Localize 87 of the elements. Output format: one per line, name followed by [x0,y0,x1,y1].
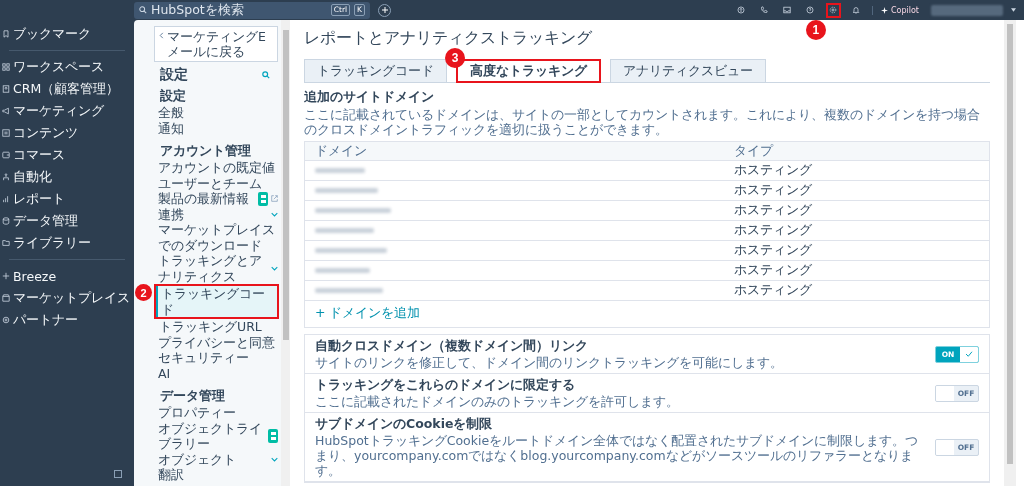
nav-item[interactable]: コンテンツ [0,122,80,144]
settings-menu-item[interactable]: 翻訳 [154,467,279,483]
add-domain-link[interactable]: + ドメインを追加 [305,301,431,327]
search-icon [139,6,147,14]
settings-menu-item[interactable]: トラッキングコード [154,284,279,319]
grid-icon [2,63,10,71]
search-placeholder: HubSpotを検索 [151,1,245,19]
nav-item[interactable]: Breeze [0,265,59,287]
store-icon [2,294,10,302]
settings-menu-item[interactable]: 通知 [154,120,279,136]
table-cell-text: ホスティング [734,202,813,219]
contact-card-icon [2,85,10,93]
plus-icon [381,7,388,13]
settings-menu-item[interactable]: ユーザーとチーム [154,175,279,191]
blurred-domain [315,248,387,253]
settings-menu-item[interactable]: 全般 [154,105,279,121]
settings-menu-item[interactable]: プロパティー [154,405,279,421]
section-heading: アカウント管理 [159,142,252,160]
caret-icon[interactable] [1011,8,1016,12]
settings-menu-item[interactable]: オブジェクトライブラリー [154,420,279,452]
step-number-marker: 2 [135,284,152,301]
settings-menu-item[interactable]: 連携 [154,206,279,222]
collapse-button[interactable] [114,470,122,478]
settings-menu-item[interactable]: プライバシーと同意 [154,334,279,350]
megaphone-icon [2,107,10,115]
settings-menu-item[interactable]: オブジェクト [154,451,279,467]
settings-menu-item[interactable]: トラッキングURL [154,319,279,335]
blurred-domain [315,268,370,273]
setting-title: トラッキングをこれらのドメインに限定する [315,377,576,394]
column-header: ドメイン [315,142,368,160]
section-heading: 追加のサイトドメイン [304,88,435,106]
setting-description: サイトのリンクを修正して、ドメイン間のリンクトラッキングを可能にします。 [315,355,783,370]
back-button[interactable]: マーケティングEメールに戻る [154,26,278,62]
setting-description: ここに記載されたドメインのみのトラッキングを許可します。 [315,394,679,409]
nav-item[interactable]: ブックマーク [0,23,93,45]
chevron-left-icon [159,32,164,39]
tab[interactable]: トラッキングコード [304,59,447,83]
folder-icon [2,239,10,247]
scrollbar-thumb[interactable] [1007,24,1013,464]
blurred-domain [315,288,383,293]
table-cell-text: ホスティング [734,182,813,199]
column-header: タイプ [734,142,775,160]
target-icon [2,316,10,324]
section-heading: データ管理 [159,387,226,405]
blurred-domain [315,168,365,173]
table-cell-text: ホスティング [734,282,813,299]
scrollbar-thumb[interactable] [282,30,289,340]
table-cell-text: ホスティング [734,162,813,179]
settings-menu-item[interactable]: アカウントの既定値 [154,160,279,176]
wallet-icon [2,151,10,159]
table-cell-text: ホスティング [734,262,813,279]
table-cell-text: ホスティング [734,242,813,259]
settings-icon[interactable] [825,2,841,18]
blurred-domain [315,188,378,193]
bookmark-icon [2,30,10,38]
nav-item[interactable]: コマース [0,144,67,166]
setting-description: HubSpotトラッキングCookieをルートドメイン全体ではなく配置されたサブドメインに制限します。つまり、yourcompany.comではなくblog.yourcompany.comなどがソースツールのリファラーとなります。 [315,433,920,478]
nav-item[interactable]: パートナー [0,309,80,331]
check-icon [965,351,973,357]
nav-item[interactable]: ワークスペース [0,56,106,78]
step-number-marker: 3 [445,48,465,68]
nav-item[interactable]: データ管理 [0,210,80,232]
nav-item[interactable]: レポート [0,188,67,210]
settings-menu-item[interactable]: マーケットプレイスでのダウンロード [154,222,279,253]
settings-menu-item[interactable]: トラッキングとアナリティクス [154,253,279,284]
nav-item[interactable]: CRM（顧客管理） [0,78,122,100]
nav-item[interactable]: マーケットプレイス [0,287,132,309]
settings-menu-item[interactable]: 製品の最新情報 [154,191,279,207]
nav-item[interactable]: 自動化 [0,166,54,188]
document-icon [2,129,10,137]
search-icon[interactable] [262,71,270,79]
setting-title: サブドメインのCookieを制限 [315,416,494,433]
section-heading: 設定 [159,87,187,105]
setting-title: 自動クロスドメイン（複数ドメイン間）リンク [315,338,589,355]
blurred-domain [315,228,374,233]
database-icon [2,217,10,225]
settings-menu-item[interactable]: セキュリティー [154,350,279,366]
section-description: ここに記載されているドメインは、サイトの一部としてカウントされます。これにより、複数のドメインを持つ場合のクロスドメイントラフィックを適切に扱うことができます。 [304,107,981,137]
page-title: レポートとアナリティクストラッキング [304,28,592,49]
nav-item[interactable]: マーケティング [0,100,106,122]
sidebar-title: 設定 [160,66,188,84]
settings-menu-item[interactable]: AI [154,365,279,381]
copilot-button[interactable]: Copilot [871,5,923,15]
nav-item[interactable]: ライブラリー [0,232,93,254]
table-cell-text: ホスティング [734,222,813,239]
bar-chart-icon [2,195,10,203]
tab[interactable]: アナリティクスビュー [610,59,766,83]
